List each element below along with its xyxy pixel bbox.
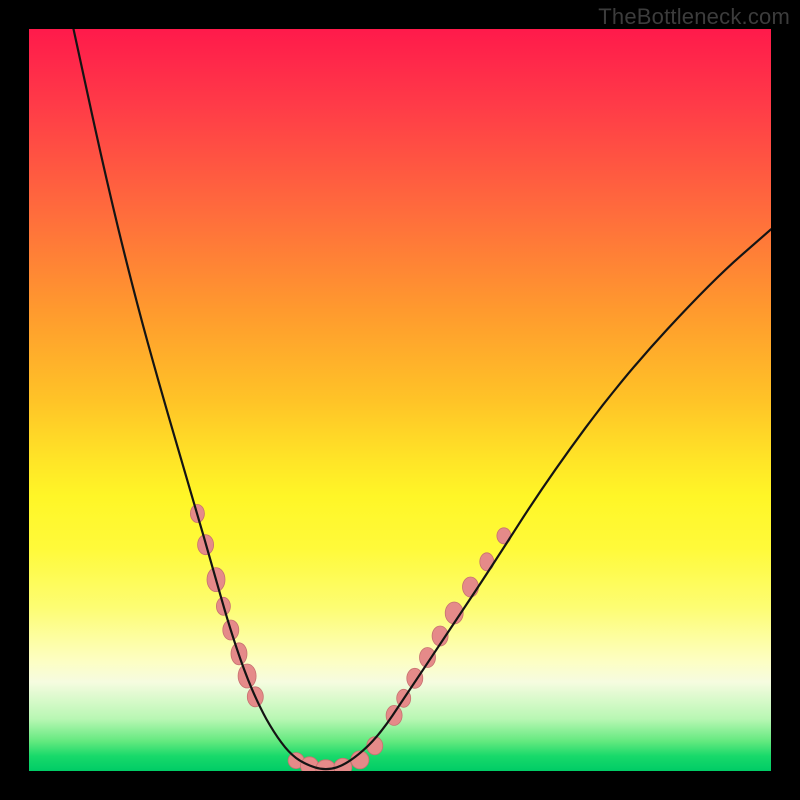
- marker-dot: [463, 577, 479, 597]
- marker-dot: [407, 668, 423, 688]
- chart-frame: TheBottleneck.com: [0, 0, 800, 800]
- plot-area: [29, 29, 771, 771]
- chart-svg: [29, 29, 771, 771]
- markers-group: [190, 505, 511, 772]
- attribution-label: TheBottleneck.com: [598, 4, 790, 30]
